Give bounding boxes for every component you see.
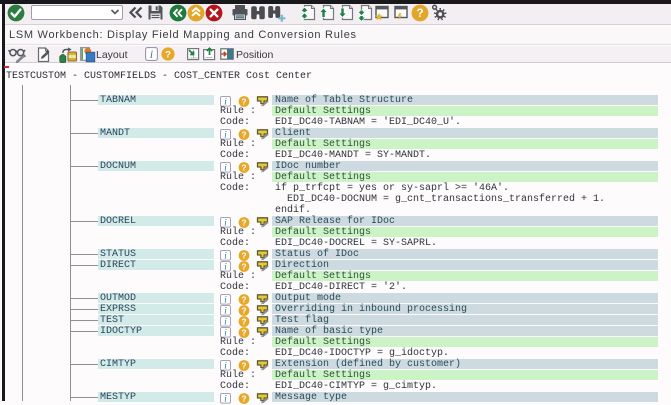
svg-text:?: ? bbox=[241, 394, 246, 404]
svg-text:?: ? bbox=[241, 295, 246, 305]
svg-text:i: i bbox=[150, 49, 153, 61]
svg-text:?: ? bbox=[241, 251, 246, 261]
svg-text:?: ? bbox=[241, 306, 246, 316]
svg-text:?: ? bbox=[416, 8, 423, 20]
svg-text:?: ? bbox=[165, 50, 171, 61]
svg-text:?: ? bbox=[241, 317, 246, 327]
